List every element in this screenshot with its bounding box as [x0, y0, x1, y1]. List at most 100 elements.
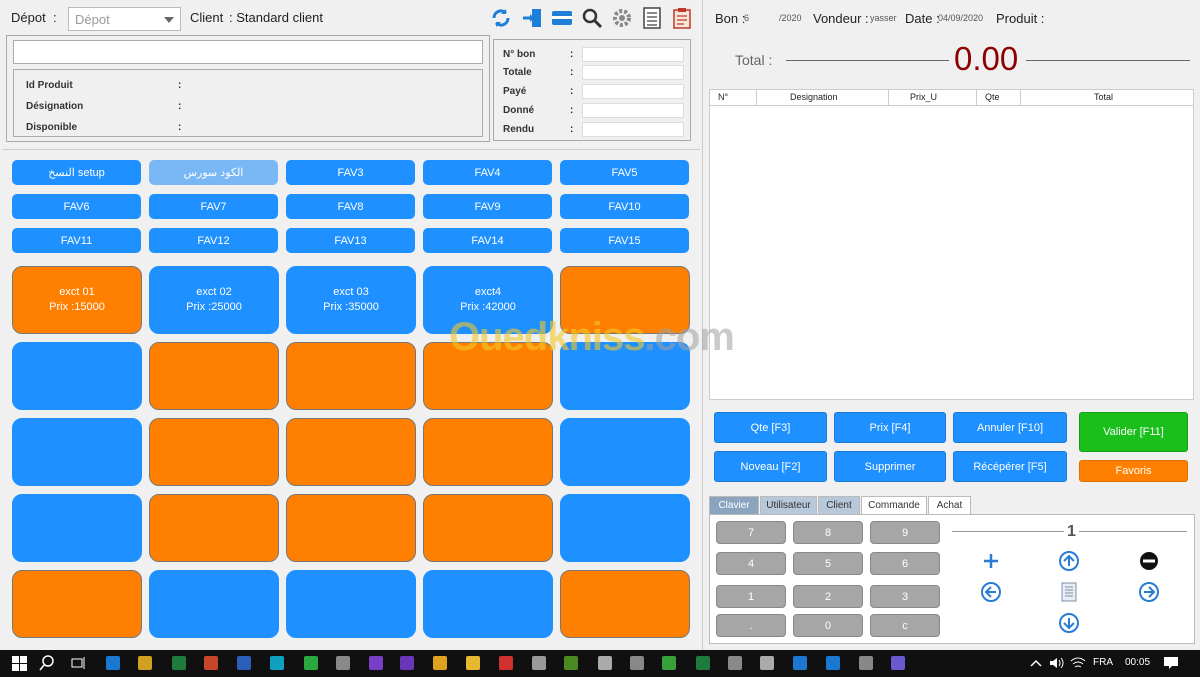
card-icon[interactable]: [550, 6, 574, 30]
powerpoint-icon[interactable]: [202, 654, 220, 672]
fav-button[interactable]: FAV9: [423, 194, 552, 219]
product-tile[interactable]: [149, 494, 279, 562]
product-tile[interactable]: [423, 570, 553, 638]
prix-button[interactable]: Prix [F4]: [834, 412, 946, 443]
tiles-icon[interactable]: [104, 654, 122, 672]
rendu-field[interactable]: [582, 122, 684, 137]
keypad-key[interactable]: 2: [793, 585, 863, 608]
product-tile[interactable]: [560, 342, 690, 410]
product-tile[interactable]: [286, 418, 416, 486]
speaker-icon[interactable]: [1047, 654, 1065, 672]
chevron-down-icon[interactable]: [164, 17, 174, 23]
fav-button[interactable]: النسخ setup: [12, 160, 141, 185]
supprimer-button[interactable]: Supprimer: [834, 451, 946, 482]
fav-button[interactable]: FAV14: [423, 228, 552, 253]
fav-button[interactable]: FAV12: [149, 228, 278, 253]
valider-button[interactable]: Valider [F11]: [1079, 412, 1188, 452]
tab-clavier[interactable]: Clavier: [709, 496, 759, 514]
tab-utilisateur[interactable]: Utilisateur: [760, 496, 817, 514]
barcode-input[interactable]: [13, 40, 483, 64]
network-icon[interactable]: [726, 654, 744, 672]
keypad-key[interactable]: 5: [793, 552, 863, 575]
product-tile[interactable]: [560, 494, 690, 562]
product-tile[interactable]: [560, 570, 690, 638]
product-tile[interactable]: [286, 494, 416, 562]
windows-start-icon[interactable]: [10, 654, 28, 672]
tab-achat[interactable]: Achat: [928, 496, 971, 514]
product-tile[interactable]: [149, 418, 279, 486]
product-tile[interactable]: [560, 266, 690, 334]
app-icon[interactable]: [628, 654, 646, 672]
fav-button[interactable]: FAV7: [149, 194, 278, 219]
chrome-icon[interactable]: [431, 654, 449, 672]
favoris-button[interactable]: Favoris: [1079, 460, 1188, 482]
fav-button[interactable]: FAV10: [560, 194, 689, 219]
keypad-key[interactable]: 7: [716, 521, 786, 544]
n-bon-field[interactable]: [582, 47, 684, 62]
product-tile[interactable]: exct4 Prix :42000: [423, 266, 553, 334]
edge-icon[interactable]: [268, 654, 286, 672]
search-icon[interactable]: [38, 654, 56, 672]
paye-field[interactable]: [582, 84, 684, 99]
qte-button[interactable]: Qte [F3]: [714, 412, 827, 443]
tool-icon[interactable]: [857, 654, 875, 672]
spreadsheet-icon[interactable]: [694, 654, 712, 672]
depot-select[interactable]: Dépot: [68, 7, 181, 31]
fav-button[interactable]: FAV6: [12, 194, 141, 219]
dreamweaver-icon[interactable]: [562, 654, 580, 672]
search-icon[interactable]: [580, 6, 604, 30]
file-explorer-icon[interactable]: [464, 654, 482, 672]
visual-studio-icon[interactable]: [367, 654, 385, 672]
tab-commande[interactable]: Commande: [861, 496, 927, 514]
fav-button[interactable]: FAV15: [560, 228, 689, 253]
dash-icon[interactable]: [824, 654, 842, 672]
arrow-up-icon[interactable]: [1058, 550, 1080, 572]
product-tile[interactable]: exct 01 Prix :15000: [12, 266, 142, 334]
word-icon[interactable]: [235, 654, 253, 672]
product-tile[interactable]: [12, 342, 142, 410]
product-tile[interactable]: [423, 494, 553, 562]
product-tile[interactable]: [286, 570, 416, 638]
minus-icon[interactable]: [1138, 550, 1160, 572]
fav-button[interactable]: FAV11: [12, 228, 141, 253]
product-tile[interactable]: exct 02 Prix :25000: [149, 266, 279, 334]
keypad-key[interactable]: 6: [870, 552, 940, 575]
chevron-up-icon[interactable]: [1027, 654, 1045, 672]
music-icon[interactable]: [596, 654, 614, 672]
product-tile[interactable]: [12, 494, 142, 562]
excel-icon[interactable]: [170, 654, 188, 672]
gear-icon[interactable]: [610, 6, 634, 30]
settings-icon[interactable]: [530, 654, 548, 672]
list-icon[interactable]: [640, 6, 664, 30]
product-tile[interactable]: [12, 570, 142, 638]
fav-button[interactable]: FAV8: [286, 194, 415, 219]
visual-studio-icon[interactable]: [398, 654, 416, 672]
totale-field[interactable]: [582, 65, 684, 80]
keypad-key[interactable]: 8: [793, 521, 863, 544]
keypad-key[interactable]: 3: [870, 585, 940, 608]
product-tile[interactable]: [286, 342, 416, 410]
export-icon[interactable]: [520, 6, 544, 30]
notification-icon[interactable]: [1162, 654, 1180, 672]
windows-app-icon[interactable]: [791, 654, 809, 672]
product-tile[interactable]: [12, 418, 142, 486]
keypad-key[interactable]: 4: [716, 552, 786, 575]
plus-icon[interactable]: [980, 550, 1002, 572]
pos-app-icon[interactable]: [889, 654, 907, 672]
paint-icon[interactable]: [136, 654, 154, 672]
fav-button[interactable]: FAV5: [560, 160, 689, 185]
clock[interactable]: 00:05: [1125, 657, 1150, 668]
tab-client[interactable]: Client: [818, 496, 860, 514]
fav-button[interactable]: FAV13: [286, 228, 415, 253]
product-tile[interactable]: exct 03 Prix :35000: [286, 266, 416, 334]
keypad-key[interactable]: 1: [716, 585, 786, 608]
keypad-key[interactable]: 0: [793, 614, 863, 637]
language-indicator[interactable]: FRA: [1093, 657, 1113, 668]
document-icon[interactable]: [1058, 581, 1080, 603]
arrow-down-icon[interactable]: [1058, 612, 1080, 634]
product-tile[interactable]: [423, 342, 553, 410]
annuler-button[interactable]: Annuler [F10]: [953, 412, 1067, 443]
keypad-key[interactable]: 9: [870, 521, 940, 544]
pdf-icon[interactable]: [497, 654, 515, 672]
product-tile[interactable]: [560, 418, 690, 486]
